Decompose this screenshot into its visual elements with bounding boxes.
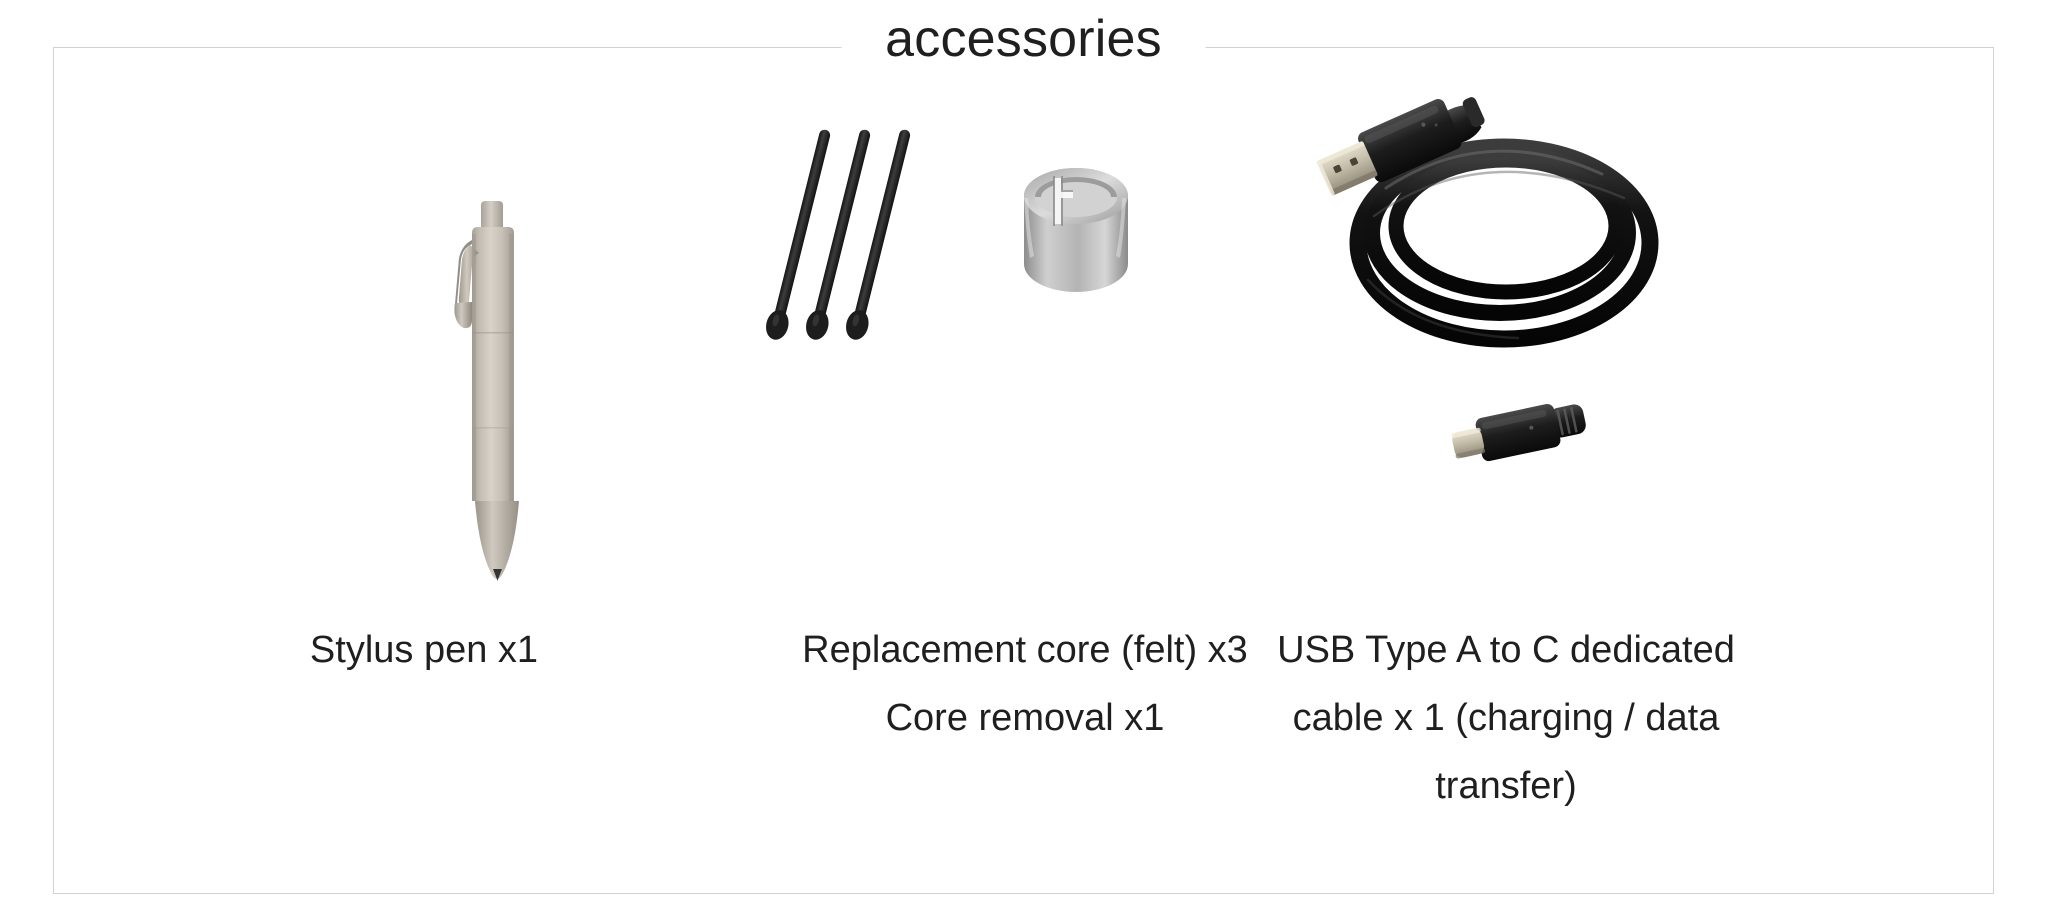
accessories-list: Stylus pen x1 Replacement core (felt) x3… bbox=[54, 48, 1993, 893]
accessory-item-usb-cable: USB Type A to C dedicated cable x 1 (cha… bbox=[1256, 48, 1756, 893]
usb-c-connector bbox=[1451, 404, 1586, 462]
cable-coil bbox=[1349, 138, 1659, 348]
accessory-caption-replacement-core: Replacement core (felt) x3 Core removal … bbox=[802, 629, 1248, 739]
accessory-item-replacement-core: Replacement core (felt) x3 Core removal … bbox=[766, 48, 1256, 893]
stylus-pen-icon bbox=[454, 201, 519, 581]
core-removal-ring bbox=[1024, 168, 1128, 292]
usb-type-a-to-c-cable-image bbox=[1256, 48, 1756, 608]
accessory-caption-stylus-pen: Stylus pen x1 bbox=[309, 629, 539, 671]
accessory-item-stylus-pen: Stylus pen x1 bbox=[54, 48, 794, 893]
accessory-caption-usb-cable: USB Type A to C dedicated cable x 1 (cha… bbox=[1277, 629, 1735, 807]
accessories-panel: accessories Stylus pen x1 Replacement co… bbox=[53, 1, 1994, 894]
usb-cable-icon bbox=[1316, 97, 1659, 462]
replacement-core-icon bbox=[766, 129, 1128, 340]
stylus-pen-image bbox=[54, 48, 794, 608]
replacement-core-and-removal-tool-image bbox=[766, 48, 1256, 608]
